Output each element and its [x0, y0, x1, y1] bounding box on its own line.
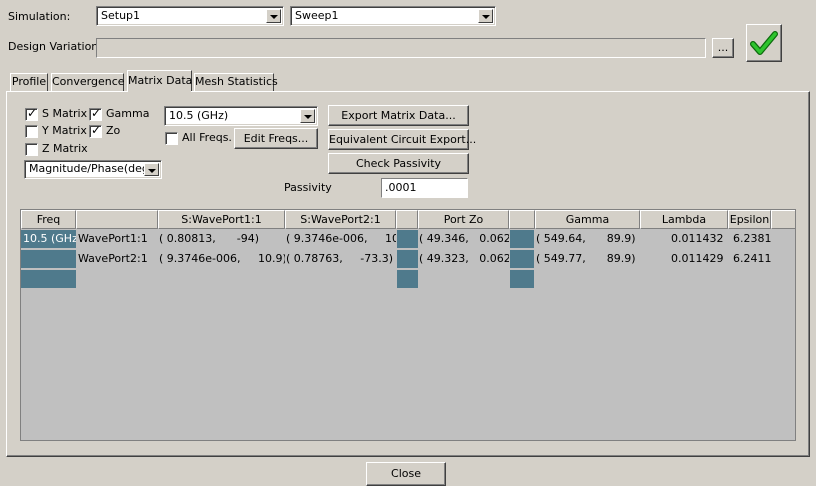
matrix-data-grid[interactable]: Freq S:WavePort1:1 S:WavePort2:1 Port Zo…	[20, 209, 796, 441]
row2-portzo-cell[interactable]: ( 49.323, 0.0628)	[419, 250, 509, 269]
row3-divider	[397, 270, 418, 289]
frequency-select[interactable]: 10.5 (GHz)	[164, 106, 318, 126]
s-matrix-label: S Matrix	[42, 107, 88, 120]
row2-s2-cell[interactable]: ( 0.78763, -73.3)	[286, 250, 396, 269]
row2-divider	[397, 250, 418, 269]
header-freq[interactable]: Freq	[21, 210, 76, 229]
simulation-label: Simulation:	[8, 10, 71, 23]
design-variation-field[interactable]	[96, 38, 706, 58]
design-variation-label: Design Variation:	[8, 40, 102, 53]
zo-checkbox[interactable]	[89, 123, 102, 138]
format-value: Magnitude/Phase(deg)	[29, 162, 154, 175]
chevron-down-icon[interactable]	[266, 9, 281, 23]
row2-s1-cell[interactable]: ( 9.3746e-006, 10.9)	[159, 250, 285, 269]
row1-portzo-cell[interactable]: ( 49.346, 0.0628)	[419, 230, 509, 249]
setup-value: Setup1	[101, 9, 141, 22]
s-matrix-checkbox[interactable]	[25, 106, 38, 121]
header-port-zo[interactable]: Port Zo	[418, 210, 509, 229]
all-freqs-checkbox[interactable]	[165, 132, 178, 145]
row3-freq-cell	[21, 270, 76, 289]
header-spacer	[396, 210, 418, 229]
export-matrix-data-button[interactable]: Export Matrix Data...	[328, 105, 469, 126]
passivity-label: Passivity	[284, 181, 332, 194]
header-filler	[771, 210, 795, 229]
setup-select[interactable]: Setup1	[96, 6, 284, 26]
row1-freq-cell[interactable]: 10.5 (GHz)	[21, 230, 76, 249]
row1-s2-cell[interactable]: ( 9.3746e-006, 10.9)	[286, 230, 396, 249]
chevron-down-icon[interactable]	[300, 109, 315, 123]
passivity-input[interactable]: .0001	[381, 178, 468, 198]
chevron-down-icon[interactable]	[478, 9, 493, 23]
row2-divider	[510, 250, 534, 269]
z-matrix-label: Z Matrix	[42, 142, 88, 155]
tab-convergence[interactable]: Convergence	[51, 73, 125, 91]
header-gamma[interactable]: Gamma	[535, 210, 640, 229]
frequency-value: 10.5 (GHz)	[169, 109, 229, 122]
row1-gamma-cell[interactable]: ( 549.64, 89.9)	[536, 230, 640, 249]
row1-port-cell[interactable]: WavePort1:1	[78, 230, 158, 249]
tab-matrix-data[interactable]: Matrix Data	[127, 70, 192, 92]
active-tab-joint	[128, 90, 191, 93]
header-spacer	[509, 210, 535, 229]
row1-divider	[397, 230, 418, 249]
close-button[interactable]: Close	[366, 462, 446, 486]
gamma-checkbox[interactable]	[89, 106, 102, 121]
all-freqs-label: All Freqs.	[182, 131, 232, 144]
browse-button[interactable]: ...	[712, 38, 734, 58]
header-port[interactable]	[76, 210, 158, 229]
row1-epsilon-cell[interactable]: 6.2381	[733, 230, 771, 249]
header-s-waveport1[interactable]: S:WavePort1:1	[158, 210, 285, 229]
chevron-down-icon[interactable]	[144, 163, 159, 176]
row2-gamma-cell[interactable]: ( 549.77, 89.9)	[536, 250, 640, 269]
row1-s1-cell[interactable]: ( 0.80813, -94)	[159, 230, 285, 249]
row2-freq-cell[interactable]	[21, 250, 76, 269]
tab-profile[interactable]: Profile	[10, 73, 48, 91]
tab-mesh-statistics[interactable]: Mesh Statistics	[194, 73, 278, 91]
header-s-waveport2[interactable]: S:WavePort2:1	[285, 210, 396, 229]
header-epsilon[interactable]: Epsilon	[728, 210, 771, 229]
z-matrix-checkbox[interactable]	[25, 143, 38, 156]
zo-label: Zo	[106, 124, 121, 137]
row1-divider	[510, 230, 534, 249]
gamma-label: Gamma	[106, 107, 150, 120]
y-matrix-label: Y Matrix	[42, 124, 87, 137]
row2-port-cell[interactable]: WavePort2:1	[78, 250, 158, 269]
sweep-value: Sweep1	[295, 9, 339, 22]
y-matrix-checkbox[interactable]	[25, 125, 38, 138]
row2-lambda-cell[interactable]: 0.011429	[671, 250, 728, 269]
equivalent-circuit-export-button[interactable]: Equivalent Circuit Export...	[328, 129, 476, 150]
green-checkmark-icon	[750, 31, 778, 55]
row2-epsilon-cell[interactable]: 6.2411	[733, 250, 771, 269]
check-passivity-button[interactable]: Check Passivity	[328, 153, 469, 174]
edit-freqs-button[interactable]: Edit Freqs...	[234, 128, 318, 149]
sweep-select[interactable]: Sweep1	[290, 6, 496, 26]
row3-divider	[510, 270, 534, 289]
header-lambda[interactable]: Lambda	[640, 210, 728, 229]
format-select[interactable]: Magnitude/Phase(deg)	[24, 160, 162, 179]
accept-button[interactable]	[746, 24, 782, 62]
row1-lambda-cell[interactable]: 0.011432	[671, 230, 728, 249]
